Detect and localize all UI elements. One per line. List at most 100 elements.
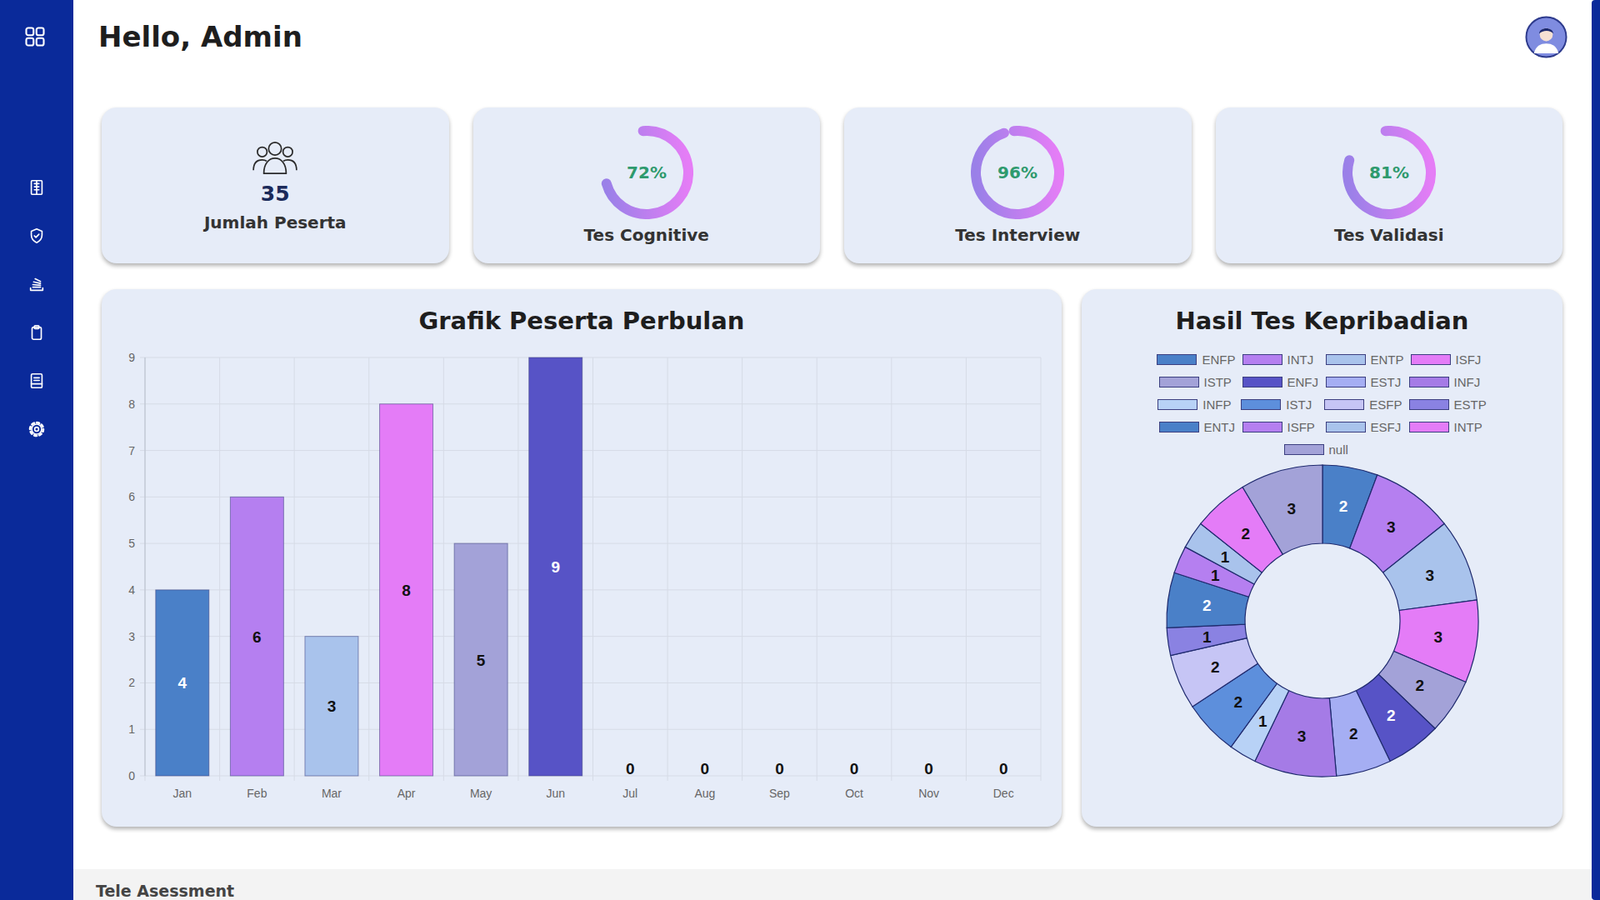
bar-chart-panel: Grafik Peserta Perbulan 01234567894Jan6F…: [101, 289, 1062, 827]
svg-text:Feb: Feb: [246, 786, 267, 800]
legend-swatch: [1409, 421, 1450, 433]
bar[interactable]: [380, 404, 434, 776]
svg-text:0: 0: [700, 760, 710, 778]
legend-swatch: [1242, 354, 1283, 365]
svg-text:0: 0: [625, 760, 635, 778]
svg-text:Aug: Aug: [694, 786, 715, 800]
gear-icon[interactable]: [27, 420, 46, 439]
svg-text:2: 2: [1201, 596, 1211, 615]
svg-text:7: 7: [128, 444, 135, 458]
stat-card: 96% Tes Interview: [844, 107, 1192, 264]
legend-swatch: [1325, 376, 1366, 388]
legend-swatch: [1409, 376, 1450, 388]
dashboard-grid-icon[interactable]: [23, 25, 47, 49]
svg-text:3: 3: [1386, 518, 1396, 536]
sidebar-nav: [27, 178, 46, 439]
svg-text:3: 3: [1425, 566, 1435, 585]
donut-segment[interactable]: [1329, 690, 1390, 776]
svg-text:6: 6: [252, 628, 262, 646]
legend-item[interactable]: INTJ: [1242, 352, 1320, 367]
legend-swatch: [1242, 376, 1283, 388]
avatar-icon[interactable]: [1525, 15, 1568, 59]
legend-swatch: [1324, 399, 1365, 410]
bar[interactable]: [305, 636, 359, 776]
svg-text:2: 2: [1348, 725, 1358, 743]
svg-text:5: 5: [128, 536, 135, 550]
charts-row: Grafik Peserta Perbulan 01234567894Jan6F…: [101, 289, 1563, 827]
bar-chart: 01234567894Jan6Feb3Mar8Apr5May9Jun0Jul0A…: [118, 343, 1045, 805]
legend-item[interactable]: INFP: [1157, 397, 1235, 412]
legend-item[interactable]: ENFJ: [1242, 375, 1320, 390]
legend-item[interactable]: ENTJ: [1159, 420, 1236, 435]
stats-row: 35 Jumlah Peserta72% Tes Cognitive96% Te…: [101, 107, 1563, 264]
legend-swatch: [1242, 421, 1283, 433]
legend-swatch: [1325, 421, 1366, 433]
donut-chart: 23332223122121123: [1160, 458, 1485, 784]
legend-swatch: [1156, 354, 1197, 365]
legend-item[interactable]: INTP: [1409, 420, 1486, 435]
svg-text:3: 3: [1286, 500, 1296, 518]
svg-text:0: 0: [999, 760, 1009, 778]
legend-item[interactable]: ESFP: [1324, 397, 1402, 412]
svg-text:1: 1: [1220, 548, 1230, 566]
legend-swatch: [1284, 444, 1325, 455]
legend-item[interactable]: ISTP: [1159, 375, 1236, 390]
book-icon[interactable]: [27, 371, 46, 390]
stat-label: Tes Validasi: [1334, 224, 1445, 246]
clipboard-icon[interactable]: [27, 323, 46, 342]
shield-check-icon[interactable]: [27, 226, 46, 245]
svg-text:2: 2: [128, 675, 135, 690]
svg-text:2: 2: [1233, 693, 1243, 711]
bar[interactable]: [454, 543, 508, 776]
legend-item[interactable]: ESFJ: [1325, 420, 1403, 435]
svg-text:3: 3: [1296, 727, 1306, 745]
stack-icon[interactable]: [27, 275, 46, 294]
donut-segment[interactable]: [1242, 465, 1323, 555]
legend-item[interactable]: ESTP: [1409, 397, 1487, 412]
svg-text:1: 1: [1257, 712, 1267, 730]
legend-item[interactable]: ISFP: [1242, 420, 1320, 435]
chart-legend: ENFP INTJ ENTP ISFJ ISTP ENFJ ESTJ INFJ …: [1139, 352, 1506, 457]
stat-card: 35 Jumlah Peserta: [101, 107, 450, 264]
svg-text:Dec: Dec: [993, 786, 1015, 800]
stat-card: 81% Tes Validasi: [1215, 107, 1564, 264]
legend-item[interactable]: null: [1284, 442, 1361, 457]
legend-item[interactable]: ISFJ: [1410, 352, 1488, 367]
legend-item[interactable]: ESTJ: [1325, 375, 1403, 390]
svg-text:2: 2: [1240, 525, 1250, 543]
svg-text:2: 2: [1415, 676, 1425, 695]
people-icon: [250, 138, 300, 177]
svg-text:May: May: [470, 786, 492, 800]
svg-text:0: 0: [850, 760, 860, 778]
footer-title: Tele Asessment: [95, 880, 1570, 900]
legend-item[interactable]: ENFP: [1156, 352, 1235, 367]
donut-segment[interactable]: [1166, 624, 1247, 655]
svg-text:3: 3: [128, 630, 135, 644]
header: Hello, Admin: [101, 15, 1563, 59]
legend-item[interactable]: INFJ: [1409, 375, 1486, 390]
main-area: Hello, Admin 35 Jumlah Peserta72% Tes Co…: [73, 0, 1592, 900]
svg-text:Apr: Apr: [397, 786, 416, 800]
building-icon[interactable]: [27, 178, 46, 197]
stat-label: Jumlah Peserta: [204, 211, 347, 234]
stat-card: 72% Tes Cognitive: [473, 107, 821, 264]
svg-text:72%: 72%: [626, 162, 667, 183]
svg-text:4: 4: [128, 583, 135, 597]
legend-item[interactable]: ISTJ: [1240, 397, 1318, 412]
legend-item[interactable]: ENTP: [1325, 352, 1405, 367]
bar-chart-title: Grafik Peserta Perbulan: [418, 304, 745, 338]
svg-text:4: 4: [178, 674, 188, 692]
scrollbar[interactable]: [1591, 0, 1600, 900]
progress-ring: 72%: [600, 125, 694, 220]
svg-text:Jun: Jun: [545, 786, 565, 800]
svg-text:3: 3: [1433, 628, 1443, 646]
svg-text:8: 8: [128, 397, 135, 411]
legend-swatch: [1325, 354, 1366, 365]
svg-text:2: 2: [1338, 497, 1348, 515]
donut-segment[interactable]: [1382, 523, 1477, 610]
bar[interactable]: [529, 357, 583, 776]
bar[interactable]: [155, 590, 210, 776]
stat-label: Tes Interview: [955, 224, 1080, 246]
bar[interactable]: [230, 496, 284, 776]
svg-text:5: 5: [476, 651, 486, 670]
